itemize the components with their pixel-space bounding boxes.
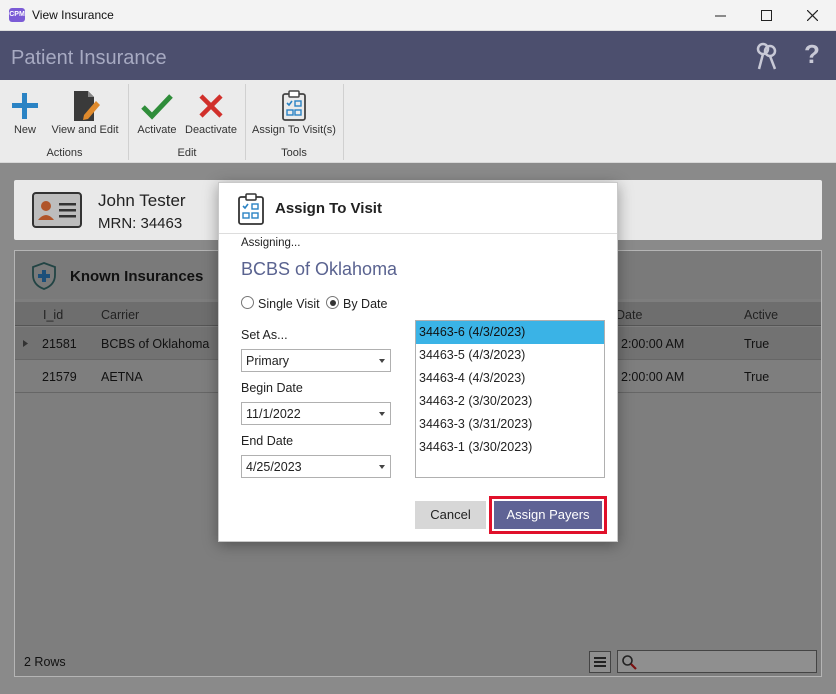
patient-name: John Tester: [98, 191, 186, 210]
end-date-picker[interactable]: 4/25/2023: [241, 455, 391, 478]
assigning-label: Assigning...: [241, 237, 301, 249]
row-indicator: [15, 327, 37, 360]
deactivate-button[interactable]: Deactivate: [182, 88, 240, 136]
set-as-label: Set As...: [241, 328, 288, 342]
chevron-down-icon: [379, 412, 385, 416]
view-edit-button[interactable]: View and Edit: [47, 88, 123, 136]
ribbon-divider: [128, 84, 129, 160]
cell-id: 21579: [42, 370, 77, 384]
clipboard-grid-icon: [282, 90, 306, 121]
close-button[interactable]: [789, 0, 835, 31]
row-pointer-icon: [23, 340, 28, 347]
ribbon-divider: [245, 84, 246, 160]
end-date-value: 4/25/2023: [246, 460, 302, 474]
single-visit-radio[interactable]: [241, 296, 254, 309]
cell-date: 2:00:00 AM: [621, 337, 685, 351]
visit-list-item[interactable]: 34463-4 (4/3/2023): [416, 367, 604, 390]
shield-medical-icon: [32, 262, 56, 290]
column-header-carrier[interactable]: Carrier: [101, 308, 139, 322]
search-input[interactable]: [617, 650, 817, 673]
set-as-value: Primary: [246, 354, 290, 368]
minimize-button[interactable]: [697, 0, 743, 31]
by-date-radio[interactable]: [326, 296, 339, 309]
visit-list-item[interactable]: 34463-1 (3/30/2023): [416, 436, 604, 459]
new-button[interactable]: New: [6, 88, 44, 136]
ribbon-toolbar: New View and Edit Actions Activate Deact…: [0, 80, 836, 163]
clipboard-grid-icon: [238, 193, 264, 225]
search-icon: [622, 655, 637, 670]
x-mark-icon: [199, 94, 223, 118]
maximize-button[interactable]: [743, 0, 789, 31]
assign-to-visit-dialog: Assign To Visit Assigning... BCBS of Okl…: [218, 182, 618, 542]
window-title-bar: CPM View Insurance: [0, 0, 836, 31]
set-as-select[interactable]: Primary: [241, 349, 391, 372]
assign-to-visits-button[interactable]: Assign To Visit(s): [250, 88, 338, 136]
window-title: View Insurance: [32, 8, 114, 22]
activate-button-label: Activate: [137, 124, 177, 136]
edit-document-icon: [74, 91, 100, 121]
ribbon-group-edit: Edit: [177, 147, 197, 159]
row-count: 2 Rows: [24, 655, 66, 669]
minimize-icon: [714, 15, 726, 17]
visit-list-item[interactable]: 34463-2 (3/30/2023): [416, 390, 604, 413]
assign-payers-button[interactable]: Assign Payers: [494, 501, 602, 529]
column-header-active[interactable]: Active: [744, 308, 778, 322]
single-visit-label[interactable]: Single Visit: [258, 297, 320, 311]
cell-date: 2:00:00 AM: [621, 370, 685, 384]
patient-mrn: MRN: 34463: [98, 215, 183, 232]
payer-name: BCBS of Oklahoma: [241, 259, 398, 279]
end-date-label: End Date: [241, 434, 294, 448]
begin-date-picker[interactable]: 11/1/2022: [241, 402, 391, 425]
cell-active: True: [744, 337, 770, 351]
ribbon-group-tools: Tools: [281, 147, 307, 159]
chevron-down-icon: [379, 359, 385, 363]
column-chooser-button[interactable]: [589, 651, 611, 673]
help-button[interactable]: ?: [804, 39, 820, 70]
chevron-down-icon: [379, 465, 385, 469]
maximize-icon: [760, 10, 772, 21]
checkmark-icon: [141, 94, 173, 120]
page-title: Patient Insurance: [11, 47, 167, 69]
app-header: Patient Insurance ?: [0, 31, 836, 80]
app-logo-icon: CPM: [9, 8, 25, 22]
activate-button[interactable]: Activate: [134, 88, 180, 136]
cell-active: True: [744, 370, 770, 384]
visit-list[interactable]: 34463-6 (4/3/2023) 34463-5 (4/3/2023) 34…: [415, 320, 605, 478]
dialog-title-bar: Assign To Visit: [219, 183, 617, 234]
plus-icon: [12, 93, 38, 119]
menu-icon: [594, 657, 606, 667]
begin-date-label: Begin Date: [241, 381, 303, 395]
help-icon: ?: [804, 39, 820, 69]
cancel-button[interactable]: Cancel: [415, 501, 486, 529]
keys-icon: [756, 42, 777, 70]
cell-carrier: AETNA: [101, 370, 143, 384]
keys-button[interactable]: [754, 41, 780, 74]
by-date-label[interactable]: By Date: [343, 297, 387, 311]
dialog-title: Assign To Visit: [275, 200, 382, 217]
column-header-id[interactable]: I_id: [43, 308, 63, 322]
begin-date-value: 11/1/2022: [246, 407, 301, 421]
new-button-label: New: [13, 124, 36, 136]
visit-list-item[interactable]: 34463-5 (4/3/2023): [416, 344, 604, 367]
known-insurances-title: Known Insurances: [70, 268, 204, 285]
assign-to-visits-label: Assign To Visit(s): [252, 124, 336, 136]
visit-list-item[interactable]: 34463-6 (4/3/2023): [416, 321, 604, 344]
visit-list-item[interactable]: 34463-3 (3/31/2023): [416, 413, 604, 436]
close-icon: [806, 10, 818, 21]
cell-id: 21581: [42, 337, 77, 351]
deactivate-button-label: Deactivate: [185, 124, 237, 136]
ribbon-divider: [343, 84, 344, 160]
view-edit-button-label: View and Edit: [51, 124, 119, 136]
ribbon-group-actions: Actions: [46, 147, 83, 159]
id-card-icon: [32, 192, 82, 228]
cell-carrier: BCBS of Oklahoma: [101, 337, 210, 351]
column-header-date[interactable]: Date: [616, 308, 642, 322]
